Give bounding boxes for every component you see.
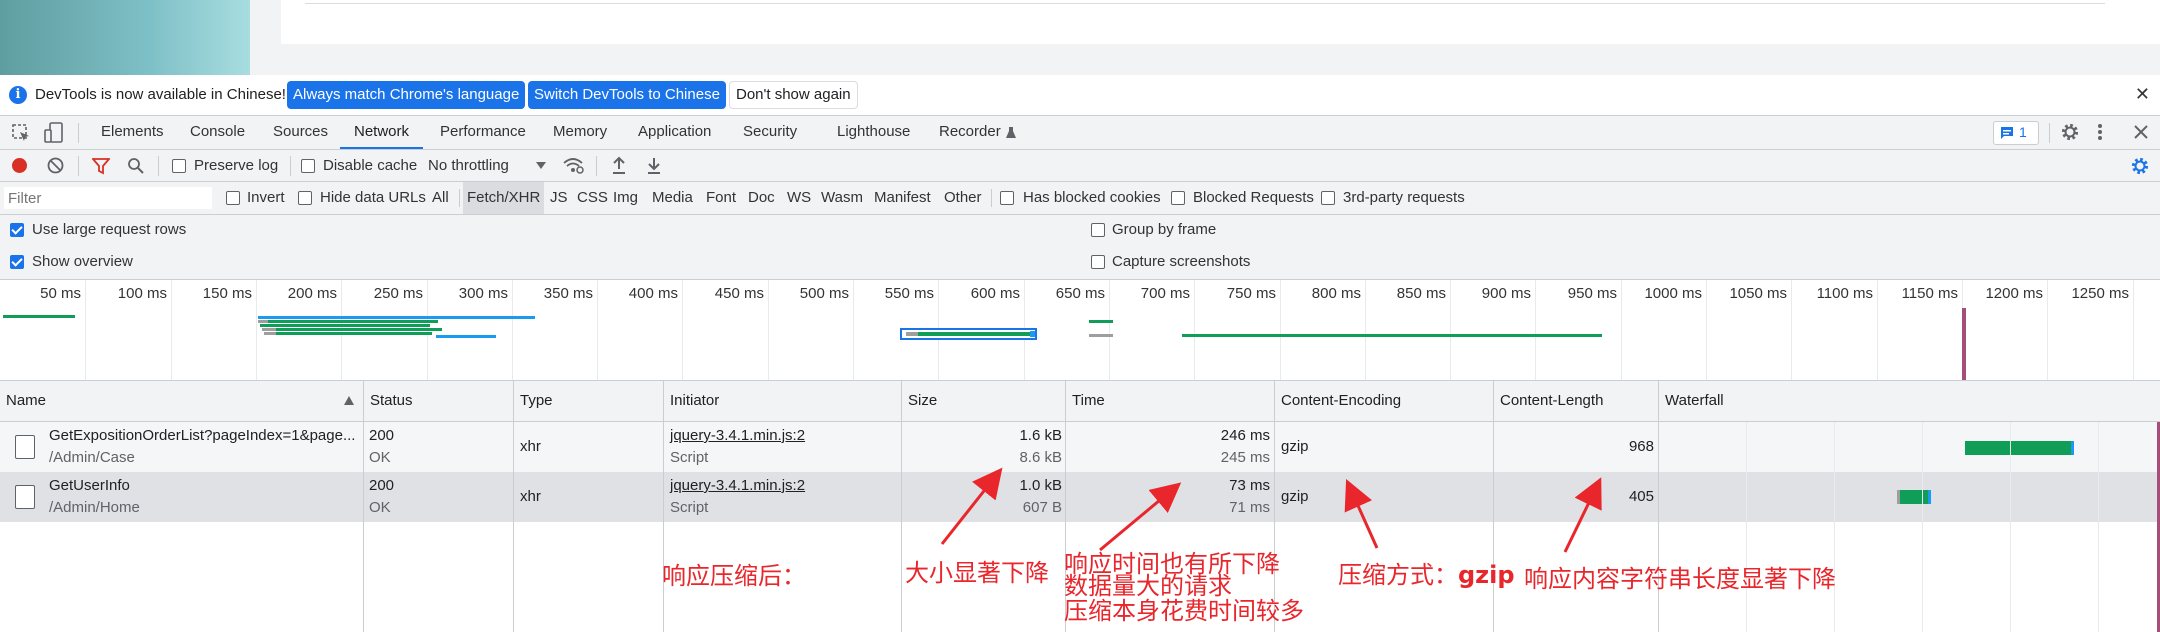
annotation-arrows	[940, 467, 1602, 553]
annotation-encoding: 压缩方式：gzip	[1338, 562, 1515, 588]
annotation-encoding-label: 压缩方式：	[1338, 561, 1458, 589]
annotation-size-drop: 大小显著下降	[905, 559, 1049, 587]
annotation-encoding-value: gzip	[1458, 561, 1515, 589]
annotation-time-line3: 压缩本身花费时间较多	[1064, 597, 1304, 625]
annotation-length-drop: 响应内容字符串长度显著下降	[1524, 565, 1836, 593]
annotation-after-compress: 响应压缩后：	[662, 562, 806, 590]
annotation-time-line2: 数据量大的请求	[1064, 572, 1232, 600]
